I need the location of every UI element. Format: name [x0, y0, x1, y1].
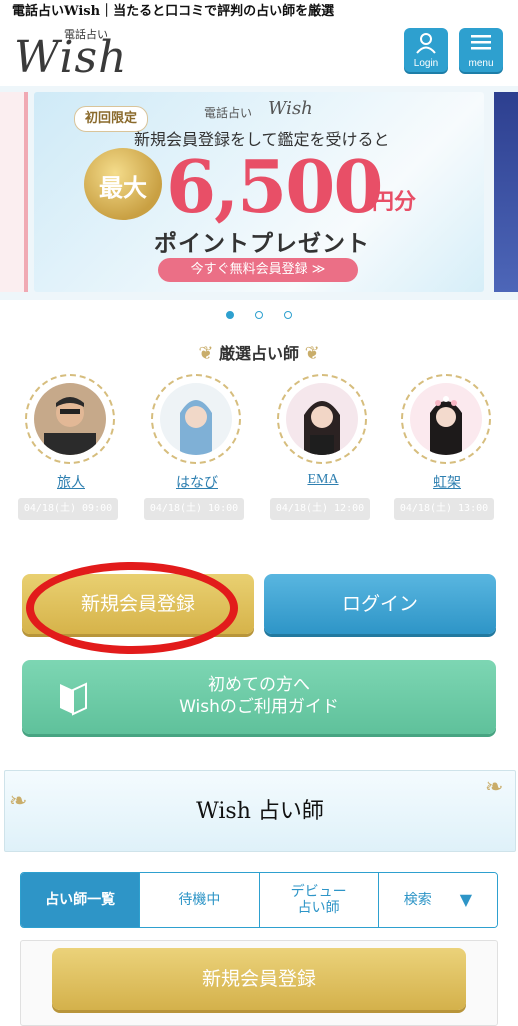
teller-name[interactable]: 虹架 — [392, 472, 502, 492]
site-logo[interactable]: Wish — [14, 32, 127, 83]
section-header: ❧ Wish 占い師 ❧ — [4, 770, 516, 852]
max-seal-label: 最大 — [99, 174, 147, 202]
teller-schedule: 04/18(土) 13:00 — [394, 498, 494, 520]
teller-tabs: 占い師一覧 待機中 デビュー 占い師 検索 ▼ — [20, 872, 498, 928]
tab-label: 待機中 — [178, 892, 221, 908]
tab-teller-list[interactable]: 占い師一覧 — [21, 873, 141, 927]
section-title: Wish 占い師 — [196, 799, 324, 824]
guide-text: 初めての方へ Wishのご利用ガイド — [22, 674, 496, 718]
prev-slide-peek[interactable] — [0, 92, 28, 292]
teller-name[interactable]: 旅人 — [16, 472, 126, 492]
carousel-dot-3[interactable] — [284, 311, 293, 319]
user-icon — [416, 33, 436, 54]
teller-avatar — [286, 383, 358, 455]
page-title-bar: 電話占いWish｜当たると口コミで評判の占い師を厳選 — [12, 4, 335, 18]
sticky-register-button[interactable]: 新規会員登録 — [52, 948, 466, 1010]
banner-brand-script: Wish — [268, 98, 313, 119]
teller-name[interactable]: はなび — [142, 472, 252, 492]
banner-unit: 円分 — [372, 190, 417, 215]
tab-label: デビュー — [290, 884, 347, 900]
user-guide-button[interactable]: 初めての方へ Wishのご利用ガイド — [22, 660, 496, 734]
teller-avatar — [160, 383, 232, 455]
carousel-dot-1[interactable] — [225, 311, 234, 319]
login-label: Login — [413, 58, 439, 69]
banner-cta-button[interactable]: 今すぐ無料会員登録 ≫ — [158, 258, 358, 282]
menu-label: menu — [468, 58, 494, 69]
teller-schedule: 04/18(土) 12:00 — [270, 498, 370, 520]
next-slide-peek[interactable] — [494, 92, 518, 292]
teller-schedule: 04/18(土) 10:00 — [144, 498, 244, 520]
carousel-indicators — [0, 304, 518, 319]
site-header: 電話占い Wish Login menu — [0, 18, 518, 87]
laurel-left-icon: ❦ — [198, 343, 214, 364]
carousel-dot-2[interactable] — [255, 311, 263, 319]
avatar-frame — [277, 374, 367, 464]
hamburger-icon — [471, 35, 491, 50]
avatar-frame — [25, 374, 115, 464]
featured-title: ❦ 厳選占い師 ❦ — [0, 340, 518, 364]
login-large-button[interactable]: ログイン — [264, 574, 496, 634]
login-button[interactable]: Login — [404, 28, 448, 72]
tab-debut[interactable]: デビュー 占い師 — [259, 873, 379, 927]
tab-label-2: 占い師 — [297, 900, 340, 916]
dropdown-arrow-icon: ▼ — [459, 890, 473, 909]
guide-line-1: 初めての方へ — [208, 675, 310, 695]
featured-title-text: 厳選占い師 — [218, 344, 299, 363]
menu-button[interactable]: menu — [459, 28, 503, 72]
campaign-banner[interactable]: 初回限定 電話占い Wish 新規会員登録をして鑑定を受けると 最大 6,500… — [34, 92, 484, 292]
banner-brand: 電話占い — [204, 106, 253, 120]
guide-line-2: Wishのご利用ガイド — [179, 697, 339, 717]
avatar-frame — [401, 374, 491, 464]
vine-right-icon: ❧ — [485, 775, 504, 800]
laurel-right-icon: ❦ — [304, 343, 320, 364]
teller-schedule: 04/18(土) 09:00 — [18, 498, 118, 520]
max-seal-icon: 最大 — [84, 148, 162, 220]
tab-label: 占い師一覧 — [45, 892, 116, 908]
highlight-circle-annotation — [26, 562, 238, 654]
banner-amount: 6,500 — [166, 144, 383, 229]
tab-label: 検索 — [403, 892, 432, 908]
teller-avatar — [34, 383, 106, 455]
tab-waiting[interactable]: 待機中 — [140, 873, 260, 927]
avatar-frame — [151, 374, 241, 464]
teller-avatar — [410, 383, 482, 455]
teller-name[interactable]: EMA — [268, 472, 378, 488]
banner-present: ポイントプレゼント — [154, 231, 370, 257]
tab-search[interactable]: 検索 ▼ — [378, 873, 497, 927]
